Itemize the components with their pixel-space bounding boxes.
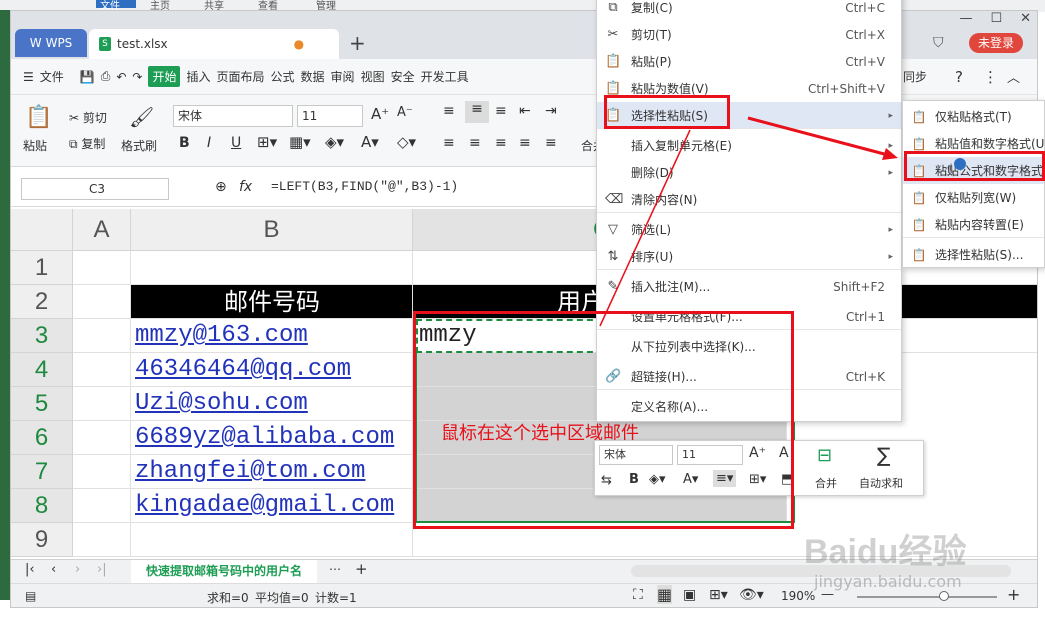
- arrow-to-menu: [599, 129, 691, 327]
- watermark-brand: Baidu经验: [804, 533, 967, 571]
- watermark-url: jingyan.baidu.com: [814, 572, 962, 591]
- arrow-head-submenu: [882, 148, 898, 160]
- cursor-loading-icon: [954, 158, 966, 170]
- arrow-to-submenu: [747, 116, 889, 157]
- mouse-cursor-icon: ☝: [944, 160, 954, 179]
